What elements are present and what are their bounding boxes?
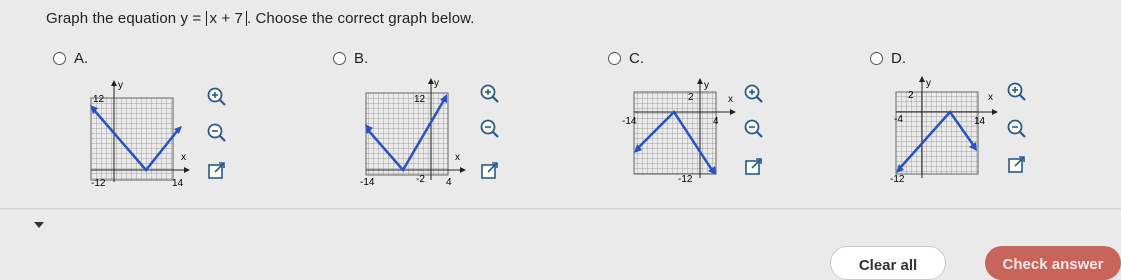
svg-text:y: y xyxy=(434,78,439,89)
external-link-icon[interactable] xyxy=(479,160,501,182)
radio-option-b[interactable] xyxy=(333,52,346,65)
external-link-icon[interactable] xyxy=(206,160,228,182)
svg-text:-12: -12 xyxy=(678,174,693,185)
external-link-icon[interactable] xyxy=(1006,154,1028,176)
zoom-out-icon[interactable] xyxy=(206,122,228,144)
svg-text:4: 4 xyxy=(446,177,452,188)
graph-option-a: y 12 x -12 14 xyxy=(90,80,190,189)
svg-text:-14: -14 xyxy=(360,177,375,188)
external-link-icon[interactable] xyxy=(743,156,765,178)
divider xyxy=(0,208,1121,209)
svg-text:2: 2 xyxy=(688,92,694,103)
option-a[interactable]: A. xyxy=(53,50,88,67)
svg-text:12: 12 xyxy=(414,94,426,105)
svg-text:y: y xyxy=(926,78,931,89)
svg-text:14: 14 xyxy=(974,116,986,127)
option-c[interactable]: C. xyxy=(608,50,644,67)
svg-text:y: y xyxy=(704,80,709,91)
svg-text:4: 4 xyxy=(713,116,719,127)
radio-option-d[interactable] xyxy=(870,52,883,65)
absolute-value-expression: x + 7 xyxy=(205,11,247,26)
zoom-out-icon[interactable] xyxy=(1006,118,1028,140)
zoom-out-icon[interactable] xyxy=(479,118,501,140)
svg-text:-12: -12 xyxy=(890,174,905,185)
chevron-down-icon[interactable] xyxy=(34,222,44,228)
check-answer-button[interactable]: Check answer xyxy=(985,246,1121,280)
svg-text:x: x xyxy=(988,92,993,103)
svg-text:-12: -12 xyxy=(91,178,106,189)
zoom-in-icon[interactable] xyxy=(1006,81,1028,103)
svg-text:x: x xyxy=(455,152,460,163)
svg-text:-4: -4 xyxy=(894,114,903,125)
zoom-in-icon[interactable] xyxy=(479,83,501,105)
graph-option-d: y 2 x -4 14 -12 xyxy=(890,76,998,185)
graph-option-b: y 12 x -14 -2 4 xyxy=(360,78,466,188)
svg-text:12: 12 xyxy=(93,94,105,105)
option-d[interactable]: D. xyxy=(870,50,906,67)
svg-text:14: 14 xyxy=(172,178,184,189)
zoom-in-icon[interactable] xyxy=(743,83,765,105)
question-text: Graph the equation y = x + 7. Choose the… xyxy=(46,10,475,27)
radio-option-a[interactable] xyxy=(53,52,66,65)
clear-all-button[interactable]: Clear all xyxy=(830,246,946,280)
svg-text:-2: -2 xyxy=(416,174,425,185)
svg-text:x: x xyxy=(728,94,733,105)
svg-text:y: y xyxy=(118,80,123,91)
svg-text:x: x xyxy=(181,152,186,163)
zoom-out-icon[interactable] xyxy=(743,118,765,140)
radio-option-c[interactable] xyxy=(608,52,621,65)
svg-text:2: 2 xyxy=(908,90,914,101)
graph-option-c: y 2 x -14 4 -12 xyxy=(622,78,736,185)
option-b[interactable]: B. xyxy=(333,50,368,67)
zoom-in-icon[interactable] xyxy=(206,86,228,108)
svg-text:-14: -14 xyxy=(622,116,637,127)
